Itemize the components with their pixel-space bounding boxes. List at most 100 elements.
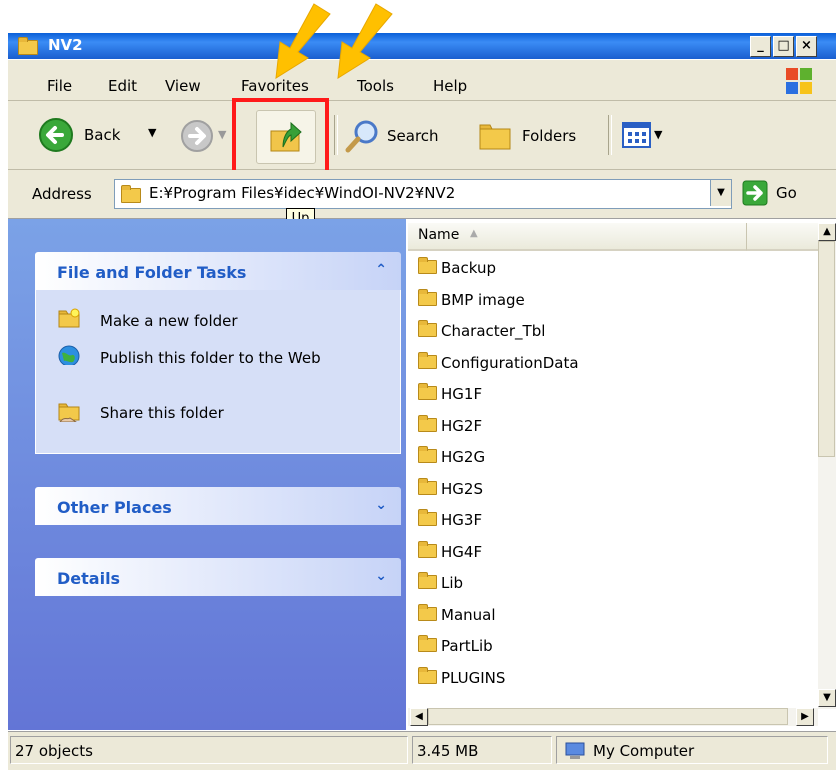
folder-icon — [418, 288, 437, 306]
address-label: Address — [32, 185, 92, 203]
toolbar-separator — [608, 115, 612, 155]
menu-bar: File Edit View Favorites Tools Help — [8, 60, 836, 101]
list-item[interactable]: HG2G — [418, 446, 486, 473]
views-button[interactable]: ▼ — [622, 121, 670, 151]
list-item[interactable]: Lib — [418, 572, 464, 599]
close-button[interactable]: × — [796, 36, 817, 57]
status-size: 3.45 MB — [412, 736, 552, 764]
expand-chevron-icon[interactable]: ⌄ — [375, 497, 387, 513]
list-item[interactable]: ConfigurationData — [418, 351, 579, 379]
list-item-label: BMP image — [441, 290, 525, 309]
folder-icon — [418, 257, 437, 274]
list-item-label: Backup — [441, 259, 496, 277]
folder-icon — [418, 603, 437, 621]
list-item-label: HG2S — [441, 479, 483, 498]
scroll-thumb[interactable] — [428, 708, 788, 725]
folder-icon — [418, 320, 437, 337]
list-item[interactable]: HG3F — [418, 509, 482, 536]
back-label: Back — [84, 126, 121, 144]
scroll-down-button[interactable]: ▼ — [818, 689, 836, 707]
list-item-label: HG1F — [441, 385, 483, 403]
share-folder-icon — [58, 403, 80, 422]
folder-icon — [418, 351, 437, 369]
list-item[interactable]: Character_Tbl — [418, 320, 546, 347]
scroll-right-button[interactable]: ▶ — [796, 708, 814, 726]
folders-button[interactable]: Folders — [478, 119, 598, 153]
list-item[interactable]: HG2F — [418, 414, 482, 442]
menu-file[interactable]: File — [47, 77, 72, 95]
menu-edit[interactable]: Edit — [108, 77, 137, 95]
toolbar: Back ▼ ▼ Search Folders ▼ — [8, 98, 836, 178]
go-button[interactable]: Go — [742, 180, 822, 206]
forward-arrow-icon[interactable] — [180, 119, 214, 153]
file-folder-tasks-title: File and Folder Tasks — [57, 263, 247, 282]
folder-icon — [418, 540, 437, 558]
scroll-thumb[interactable] — [818, 241, 835, 457]
list-item-label: Character_Tbl — [441, 322, 546, 340]
folder-icon — [418, 383, 437, 400]
collapse-chevron-icon[interactable]: ⌃ — [375, 262, 387, 278]
up-folder-icon — [270, 121, 302, 152]
other-places-header[interactable]: Other Places ⌄ — [35, 487, 401, 525]
file-folder-tasks-header[interactable]: File and Folder Tasks ⌃ — [35, 252, 401, 290]
search-label: Search — [387, 127, 439, 145]
list-item[interactable]: BMP image — [418, 288, 525, 316]
globe-icon — [58, 345, 80, 365]
list-item-label: Lib — [441, 574, 464, 592]
status-location: My Computer — [593, 742, 695, 760]
go-label: Go — [776, 184, 797, 202]
back-dropdown-icon[interactable]: ▼ — [148, 126, 156, 139]
title-bar[interactable]: NV2 _ □ × — [8, 33, 836, 59]
list-item-label: PLUGINS — [441, 668, 506, 687]
list-item-label: HG2G — [441, 448, 486, 466]
address-dropdown-icon[interactable]: ▼ — [710, 180, 731, 206]
details-title: Details — [57, 569, 121, 588]
column-header-extra[interactable] — [747, 223, 818, 251]
views-icon — [622, 122, 651, 148]
address-bar: Address E:¥Program Files¥idec¥WindOI-NV2… — [8, 170, 836, 219]
expand-chevron-icon[interactable]: ⌄ — [375, 568, 387, 584]
address-value: E:¥Program Files¥idec¥WindOI-NV2¥NV2 — [149, 184, 456, 202]
scroll-left-button[interactable]: ◀ — [410, 708, 428, 726]
name-column-label: Name — [418, 227, 460, 243]
toolbar-separator — [334, 115, 338, 155]
horizontal-scrollbar[interactable]: ◀ ▶ — [408, 708, 818, 726]
task-share-folder[interactable]: Share this folder — [100, 404, 224, 422]
status-bar: 27 objects 3.45 MB My Computer — [8, 731, 836, 770]
list-item[interactable]: PartLib — [418, 635, 493, 662]
list-item[interactable]: PLUGINS — [418, 666, 506, 694]
forward-dropdown-icon[interactable]: ▼ — [218, 128, 226, 141]
list-item[interactable]: Backup — [418, 257, 496, 284]
folder-icon — [418, 414, 437, 432]
list-item[interactable]: Manual — [418, 603, 496, 631]
folder-icon — [418, 666, 437, 684]
list-item-label: ConfigurationData — [441, 353, 579, 372]
folder-icon — [418, 572, 437, 589]
task-make-new-folder[interactable]: Make a new folder — [100, 312, 238, 330]
list-item[interactable]: HG1F — [418, 383, 483, 410]
folder-icon — [418, 635, 437, 652]
back-button[interactable]: Back ▼ — [38, 117, 178, 153]
sort-ascending-icon: ▲ — [470, 228, 478, 239]
up-button[interactable] — [256, 110, 316, 164]
my-computer-icon — [565, 742, 585, 759]
menu-help[interactable]: Help — [433, 77, 467, 95]
folder-icon — [121, 185, 141, 203]
annotation-arrows — [275, 3, 393, 79]
task-publish-to-web[interactable]: Publish this folder to the Web — [100, 348, 350, 368]
maximize-button[interactable]: □ — [773, 36, 794, 57]
name-column-header[interactable]: Name ▲ — [408, 223, 747, 251]
menu-view[interactable]: View — [165, 77, 201, 95]
list-item[interactable]: HG4F — [418, 540, 482, 568]
list-item[interactable]: HG2S — [418, 477, 483, 505]
address-input[interactable]: E:¥Program Files¥idec¥WindOI-NV2¥NV2 ▼ — [114, 179, 732, 209]
file-list: Name ▲ Backup BMP image Character_Tbl Confi… — [406, 219, 818, 708]
status-object-count: 27 objects — [10, 736, 408, 764]
list-item-label: PartLib — [441, 637, 493, 655]
search-button[interactable]: Search — [344, 119, 456, 153]
details-header[interactable]: Details ⌄ — [35, 558, 401, 596]
scroll-up-button[interactable]: ▲ — [818, 223, 836, 241]
minimize-button[interactable]: _ — [750, 36, 771, 57]
vertical-scrollbar[interactable]: ▲ ▼ — [818, 223, 836, 709]
views-dropdown-icon[interactable]: ▼ — [654, 128, 662, 141]
